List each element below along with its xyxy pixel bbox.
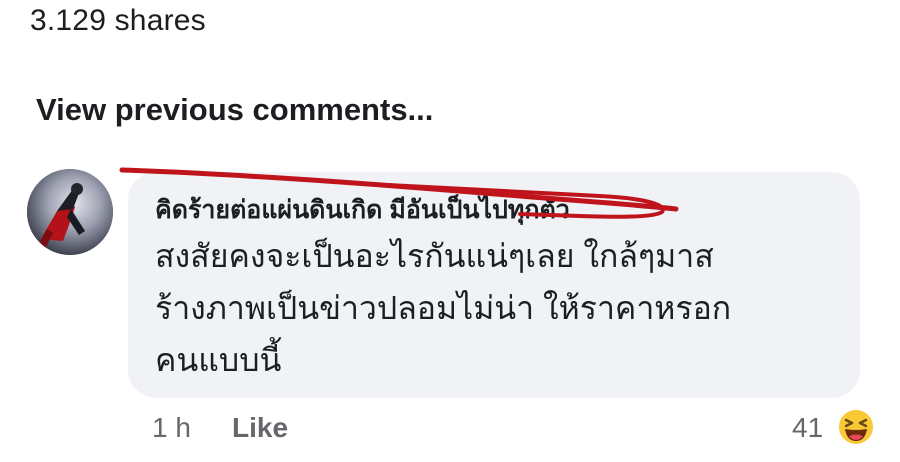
shares-count[interactable]: 3.129 shares: [30, 4, 206, 38]
comment-text-line: สงสัยคงจะเป็นอะไรกันแน่ๆเลย ใกล้ๆมาส: [155, 238, 714, 274]
comment-author-name[interactable]: คิดร้ายต่อแผ่นดินเกิด มีอันเป็นไปทุกตัว: [155, 190, 570, 230]
comment-timestamp[interactable]: 1 h: [152, 412, 191, 444]
avatar-image: [27, 169, 113, 255]
avatar[interactable]: [27, 169, 113, 255]
reaction-count[interactable]: 41: [792, 412, 823, 444]
haha-emoji-icon[interactable]: [836, 407, 876, 447]
like-button[interactable]: Like: [232, 412, 288, 444]
comment-text-line: ร้างภาพเป็นข่าวปลอมไม่น่า ให้ราคาหรอก: [155, 290, 732, 326]
view-previous-comments-link[interactable]: View previous comments...: [36, 92, 433, 128]
comment-text: สงสัยคงจะเป็นอะไรกันแน่ๆเลย ใกล้ๆมาส ร้า…: [155, 230, 845, 386]
comment-text-line: คนแบบนี้: [155, 342, 282, 378]
